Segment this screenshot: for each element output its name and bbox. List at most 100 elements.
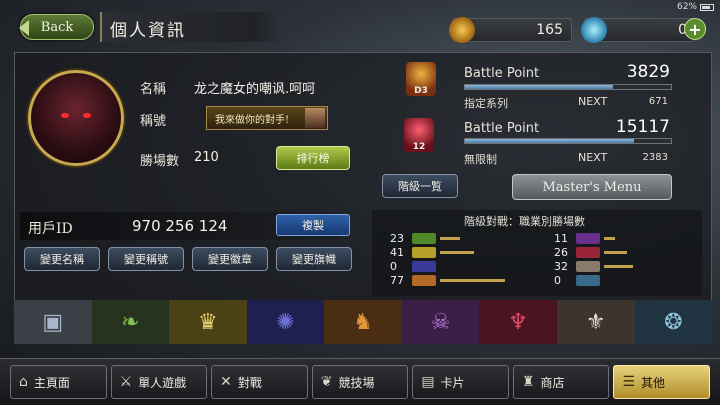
class-icon (576, 260, 600, 272)
angel-wings-icon[interactable]: ⚜ (556, 300, 635, 344)
nav-item-other[interactable]: ☰ 其他 (613, 365, 711, 399)
change-emblem-button[interactable]: 變更徽章 (192, 247, 268, 271)
sigil-icon[interactable]: ❂ (634, 300, 713, 344)
class-wins-value: 41 (390, 245, 404, 259)
dragon-icon[interactable]: ♞ (324, 300, 402, 344)
class-wins-bar (604, 250, 627, 254)
add-crystal-button[interactable]: + (684, 18, 706, 40)
leaf-icon[interactable]: ❧ (91, 300, 170, 344)
card-back-icon[interactable]: ▣ (14, 300, 92, 344)
class-wins-title: 階級對戰：職業別勝場數 (464, 215, 585, 228)
laurel-icon: ❦ (320, 374, 333, 390)
nav-label: 商店 (540, 375, 565, 390)
crossed-swords-icon: ✕ (220, 374, 232, 390)
next-value: 2383 (642, 152, 668, 163)
battery-percent: 62% (676, 2, 697, 12)
battle-point-value: 3829 (626, 62, 670, 82)
class-wins-row: 77 (390, 273, 530, 287)
class-icon (412, 246, 436, 258)
home-icon: ⌂ (19, 374, 28, 390)
user-id-value: 970 256 124 (132, 217, 228, 235)
nav-label: 其他 (641, 375, 666, 390)
gold-pouch-icon (449, 17, 475, 43)
class-wins-bar (440, 250, 474, 254)
gold-amount: 165 (536, 22, 563, 38)
bat-icon[interactable]: ♆ (479, 300, 557, 344)
nav-item-laurel[interactable]: ❦ 競技場 (311, 365, 409, 399)
change-title-button[interactable]: 變更稱號 (108, 247, 184, 271)
wins-label: 勝場數 (140, 154, 180, 169)
user-id-label: 用戶ID (28, 221, 73, 237)
class-icon (412, 260, 436, 272)
nav-label: 單人遊戲 (138, 375, 187, 390)
page-title: 個人資訊 (110, 21, 186, 41)
avatar-eye (61, 113, 69, 118)
class-icon (412, 232, 436, 244)
change-name-button[interactable]: 變更名稱 (24, 247, 100, 271)
plus-icon: + (688, 19, 702, 39)
next-value: 671 (648, 96, 668, 107)
skull-icon[interactable]: ☠ (401, 300, 480, 344)
change-banner-button[interactable]: 變更旗幟 (276, 247, 352, 271)
rank-code: D3 (414, 86, 428, 96)
next-label: NEXT (578, 151, 608, 164)
battle-point-bar (464, 84, 672, 90)
class-wins-value: 77 (390, 273, 404, 287)
avatar[interactable] (28, 70, 124, 166)
crown-icon[interactable]: ♛ (169, 300, 247, 344)
class-wins-row: 23 (390, 231, 530, 245)
class-wins-value: 0 (554, 273, 561, 287)
back-button[interactable]: Back (19, 14, 94, 40)
class-wins-row: 0 (554, 273, 694, 287)
shop-icon: ♜ (521, 374, 535, 390)
class-wins-value: 26 (554, 245, 568, 259)
copy-button[interactable]: 複製 (276, 214, 350, 236)
next-label: NEXT (578, 95, 608, 108)
class-wins-bar (440, 236, 460, 240)
bottom-nav: ⌂ 主頁面 ⚔ 單人遊戲 ✕ 對戰 ❦ 競技場 ▤ 卡片 ♜ 商店 ☰ 其他 (0, 358, 720, 405)
title-portrait-icon (305, 108, 325, 128)
cards-icon: ▤ (421, 374, 435, 390)
nav-item-shop[interactable]: ♜ 商店 (512, 365, 610, 399)
wins-value: 210 (194, 150, 219, 165)
class-wins-bar (604, 264, 633, 268)
battle-point-bar (464, 138, 672, 144)
crystal-icon (581, 17, 607, 43)
battery-icon (700, 3, 714, 11)
nav-label: 競技場 (338, 375, 375, 390)
player-name: 龙之魔女的嘲讽.呵呵 (194, 82, 316, 97)
class-icon (576, 232, 600, 244)
class-wins-row: 41 (390, 245, 530, 259)
nav-item-sword-person[interactable]: ⚔ 單人遊戲 (110, 365, 208, 399)
class-wins-value: 23 (390, 231, 404, 245)
title-label: 稱號 (140, 114, 167, 129)
class-wins-value: 32 (554, 259, 568, 273)
other-icon: ☰ (622, 374, 636, 390)
grade-list-button[interactable]: 階級一覧 (382, 174, 458, 198)
nav-label: 卡片 (440, 375, 465, 390)
nav-label: 對戰 (237, 375, 262, 390)
rank-emblem-icon: 12 (404, 118, 434, 152)
gold-currency: 165 (449, 17, 572, 43)
back-arrow-icon (19, 20, 29, 36)
rune-star-icon[interactable]: ✺ (246, 300, 325, 344)
sword-person-icon: ⚔ (119, 374, 133, 390)
rank-code: 12 (412, 142, 426, 152)
nav-item-home[interactable]: ⌂ 主頁面 (10, 365, 107, 399)
back-label: Back (40, 19, 74, 35)
class-wins-row: 26 (554, 245, 694, 259)
series-label: 指定系列 (464, 97, 508, 110)
nav-item-cards[interactable]: ▤ 卡片 (412, 365, 509, 399)
class-wins-row: 0 (390, 260, 530, 273)
class-filter-strip: ▣ ❧ ♛ ✺ ♞ ☠ ♆ ⚜ ❂ (14, 300, 713, 344)
class-wins-row: 32 (554, 259, 694, 273)
class-wins-row: 11 (554, 232, 694, 245)
class-icon (412, 274, 436, 286)
nav-item-crossed-swords[interactable]: ✕ 對戰 (211, 365, 308, 399)
ranking-button[interactable]: 排行榜 (276, 146, 350, 170)
rank-emblem-icon: D3 (406, 62, 436, 96)
masters-menu-button[interactable]: Master's Menu (512, 174, 672, 200)
player-title-badge: 我來做你的對手! (206, 106, 328, 130)
player-title-text: 我來做你的對手! (215, 114, 290, 126)
battle-point-bar-fill (465, 139, 634, 143)
